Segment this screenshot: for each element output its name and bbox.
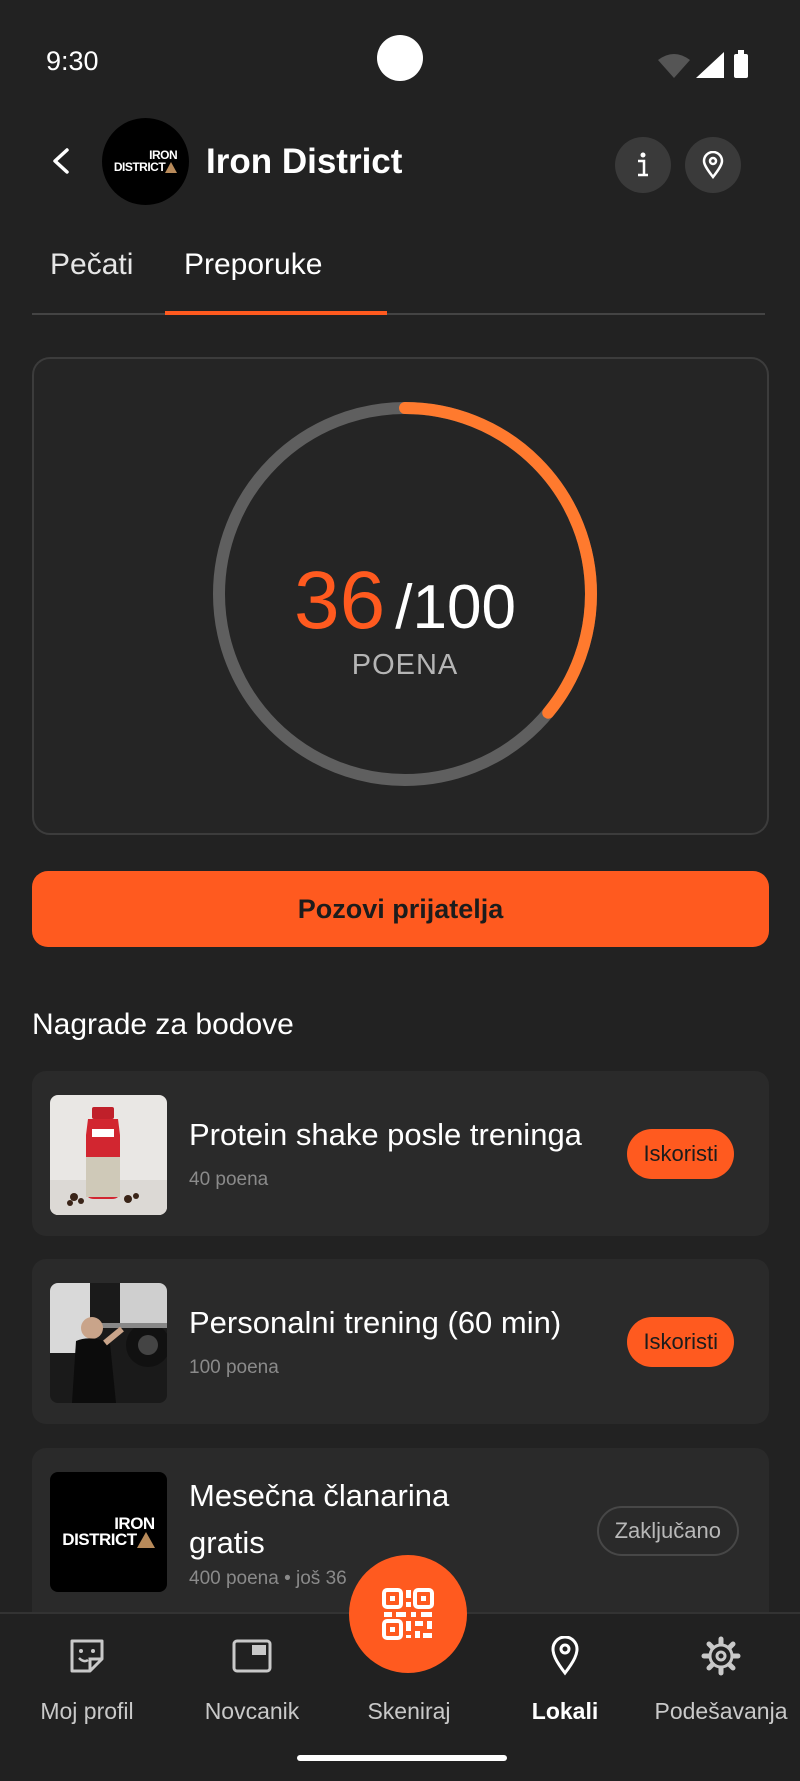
points-card: 36/100 POENA <box>32 357 769 835</box>
protein-shake-image <box>50 1095 167 1215</box>
info-icon <box>638 152 648 177</box>
location-button[interactable] <box>685 137 741 193</box>
trainer-image <box>50 1283 167 1403</box>
tab-preporuke[interactable]: Preporuke <box>184 248 322 282</box>
logo-line2: DISTRICT <box>113 159 166 174</box>
camera-cutout <box>377 35 423 81</box>
personal-training-thumbnail <box>50 1283 167 1403</box>
points-total: /100 <box>395 573 516 642</box>
iron-district-logo: IRON DISTRICT <box>50 1472 167 1592</box>
reward-cost: 40 poena <box>189 1169 269 1190</box>
points-current: 36 <box>294 555 386 646</box>
nav-label: Lokali <box>531 1698 599 1724</box>
monthly-membership-thumbnail: IRON DISTRICT <box>50 1472 167 1592</box>
reward-cost: 400 poena • još 36 <box>189 1568 347 1589</box>
back-button[interactable] <box>40 140 82 182</box>
reward-name-line1: Mesečna članarina <box>189 1478 450 1513</box>
rewards-section-title: Nagrade za bodove <box>32 1008 294 1041</box>
page-title: Iron District <box>206 142 403 181</box>
reward-cost: 100 poena <box>189 1357 279 1378</box>
reward-card[interactable]: Personalni trening (60 min) 100 poena Is… <box>32 1259 769 1424</box>
logo-line2: DISTRICT <box>62 1530 137 1549</box>
profile-icon <box>67 1636 107 1676</box>
status-bar: 9:30 <box>0 0 800 120</box>
wifi-icon <box>658 54 690 78</box>
status-time: 9:30 <box>46 46 99 76</box>
logo-mark-icon <box>136 1532 155 1549</box>
chevron-left-icon <box>53 148 69 174</box>
wallet-icon <box>232 1636 272 1676</box>
locked-badge: Zaključano <box>596 1506 739 1556</box>
signal-icon <box>696 52 724 78</box>
points-value: 36/100 <box>205 554 605 648</box>
tab-pecati[interactable]: Pečati <box>50 248 133 282</box>
nav-label: Podešavanja <box>654 1698 788 1724</box>
gear-icon <box>701 1636 741 1676</box>
nav-label: Skeniraj <box>367 1698 451 1724</box>
points-label: POENA <box>351 649 459 681</box>
location-pin-icon <box>545 1636 585 1676</box>
redeem-button[interactable]: Iskoristi <box>627 1317 734 1367</box>
reward-name: Mesečna članarina gratis <box>189 1472 449 1566</box>
venue-avatar: IRON DISTRICT <box>102 118 189 205</box>
reward-name: Personalni trening (60 min) <box>189 1305 562 1340</box>
info-button[interactable] <box>615 137 671 193</box>
reward-card[interactable]: Protein shake posle treninga 40 poena Is… <box>32 1071 769 1236</box>
scan-button[interactable] <box>349 1555 467 1673</box>
tab-active-indicator <box>165 311 387 315</box>
battery-icon <box>734 54 748 78</box>
status-icons <box>658 50 748 78</box>
home-indicator[interactable] <box>297 1755 507 1761</box>
location-pin-icon <box>702 151 724 179</box>
protein-shake-thumbnail <box>50 1095 167 1215</box>
redeem-button[interactable]: Iskoristi <box>627 1129 734 1179</box>
nav-label: Moj profil <box>40 1698 134 1724</box>
nav-label: Novcanik <box>204 1698 300 1724</box>
reward-name: Protein shake posle treninga <box>189 1117 582 1152</box>
logo-mark-icon <box>165 161 178 173</box>
invite-friend-button[interactable]: Pozovi prijatelja <box>32 871 769 947</box>
screen: 9:30 IRON DISTRICT Iron District Pečati … <box>0 0 800 1781</box>
venue-logo: IRON DISTRICT <box>113 149 178 174</box>
header: IRON DISTRICT Iron District <box>0 118 800 214</box>
qr-code-icon <box>382 1588 434 1640</box>
tab-bar: Pečati Preporuke <box>32 240 765 315</box>
